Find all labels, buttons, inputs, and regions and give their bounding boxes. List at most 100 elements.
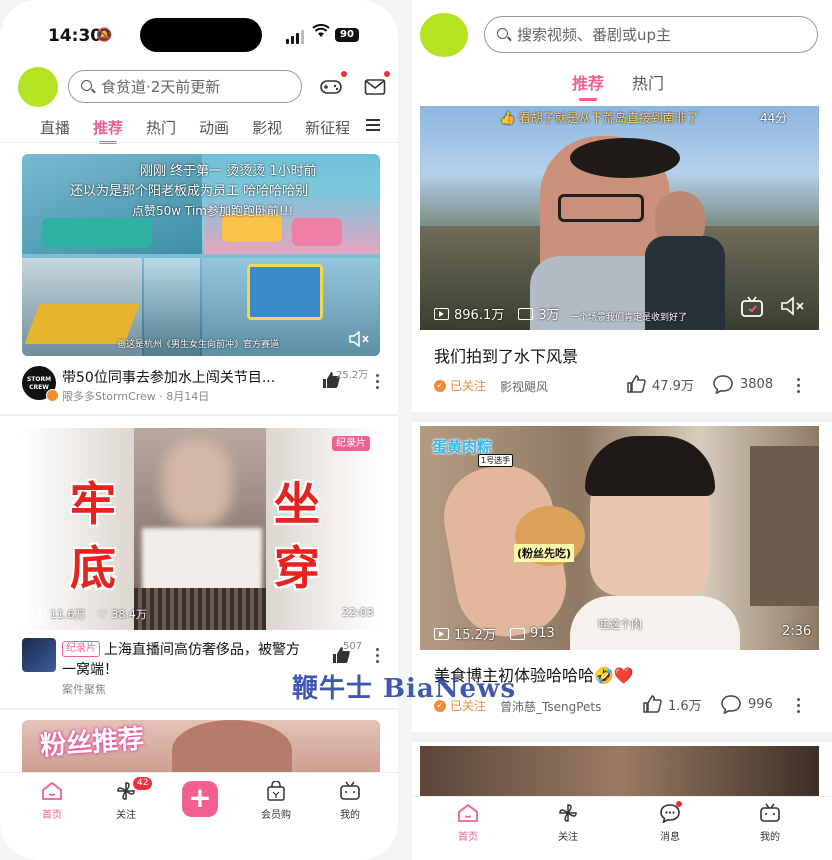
play-count-icon (32, 608, 46, 620)
channel-logo-text: STORM CREW (26, 376, 52, 391)
tab-new-journey[interactable]: 新征程 (305, 117, 349, 138)
search-input[interactable]: 食贫道·2天前更新 (68, 70, 302, 103)
tv-icon[interactable] (740, 296, 764, 318)
video-meta: 案件聚焦 (62, 683, 106, 696)
notification-dot (341, 71, 347, 77)
video-thumbnail[interactable]: 粉丝推荐 (22, 720, 380, 780)
comment-stat[interactable]: 3808 (712, 374, 773, 394)
nav-vip-shop[interactable]: 会员购 (256, 780, 296, 821)
menu-icon[interactable] (366, 119, 380, 131)
avatar[interactable] (18, 67, 58, 107)
right-phone: 搜索视频、番剧或up主 推荐 热门 👍 看胡子就是从下荒岛直接到南非了 44分 … (412, 0, 832, 860)
tv-icon (340, 781, 360, 800)
play-count: 15.2万 (454, 628, 496, 643)
category-tabs: 直播 推荐 热门 动画 影视 新征程 (40, 117, 349, 138)
tab-live[interactable]: 直播 (40, 117, 70, 138)
title-char: 底 (70, 541, 116, 595)
nav-vip-label: 会员购 (261, 810, 291, 821)
tab-hot[interactable]: 热门 (146, 117, 176, 138)
video-title[interactable]: 上海直播间高仿奢侈品，被警方一窝端！ (62, 640, 312, 680)
nav-home[interactable]: 首页 (454, 803, 482, 843)
comment-count: 996 (748, 696, 773, 712)
wifi-icon (312, 24, 330, 42)
bottom-caption: 哇这个肉 (598, 618, 642, 631)
nav-home-label: 首页 (42, 810, 62, 821)
like-stat[interactable]: 1.6万 (642, 694, 702, 714)
danmaku-total: 3万 (538, 308, 560, 323)
danmaku-icon (509, 627, 525, 640)
video-duration: 2:36 (782, 624, 812, 639)
nav-mine-label: 我的 (340, 810, 360, 821)
nav-mine[interactable]: 我的 (336, 781, 364, 821)
more-icon[interactable] (376, 374, 380, 390)
title-char: 牢 (70, 477, 116, 531)
video-thumbnail[interactable]: 👍 看胡子就是从下荒岛直接到南非了 44分 896.1万 3万 一个场景我们肯定… (420, 106, 819, 330)
nav-home-label: 首页 (458, 832, 478, 843)
nav-follow-label: 关注 (116, 810, 136, 821)
author-name[interactable]: 影视飓风 (500, 378, 548, 395)
more-icon[interactable] (797, 698, 801, 714)
notification-dot (384, 71, 390, 77)
nav-mine-label: 我的 (760, 832, 780, 843)
video-thumbnail[interactable]: 蛋黄肉粽 1号选手 (粉丝先吃) 哇这个肉 15.2万 913 2:36 (420, 426, 819, 650)
comment-stat[interactable]: 996 (720, 694, 773, 714)
mute-icon[interactable] (348, 330, 370, 348)
video-duration: 22:03 (342, 606, 374, 619)
mail-icon[interactable] (364, 78, 386, 96)
mute-icon[interactable] (780, 296, 806, 316)
more-icon[interactable] (376, 648, 380, 664)
like-count: 47.9万 (652, 378, 694, 394)
nav-mine[interactable]: 我的 (756, 803, 784, 843)
video-thumbnail[interactable] (420, 746, 819, 796)
search-input[interactable]: 搜索视频、番剧或up主 (484, 16, 818, 53)
overlay-fan-recommend: 粉丝推荐 (39, 724, 146, 762)
danmaku-total: 913 (529, 626, 555, 641)
play-stats: 896.1万 3万 (434, 304, 560, 323)
publish-button[interactable]: + (182, 781, 218, 817)
heart-count: 38.4万 (111, 608, 147, 621)
tab-anime[interactable]: 动画 (199, 117, 229, 138)
category-badge: 纪录片 (332, 436, 370, 451)
like-stat[interactable]: 47.9万 (626, 374, 694, 394)
signal-icon (286, 30, 306, 44)
check-icon: ✓ (434, 379, 446, 392)
overlay-line-3: 点赞50w Tim参加跑跑卧前!!! (132, 204, 294, 218)
more-icon[interactable] (797, 378, 801, 394)
notification-dot (676, 801, 682, 807)
nav-follow[interactable]: 关注 (554, 803, 582, 843)
video-title[interactable]: 带50位同事去参加水上闯关节目... (62, 367, 275, 387)
tab-film[interactable]: 影视 (252, 117, 282, 138)
channel-avatar[interactable] (22, 638, 56, 672)
video-thumbnail[interactable]: 纪录片 牢 底 坐 穿 11.6万 ♡ 38.4万 22:03 (22, 428, 380, 630)
left-phone: 14:30 🔕 90 食贫道·2天前更新 直播 推荐 热门 动画 影视 新征程 (0, 0, 398, 860)
pinwheel-icon (559, 804, 577, 822)
overlay-line-2: 还以为是那个阳老板成为员工 哈哈哈哈别 (70, 184, 309, 199)
nav-messages-label: 消息 (660, 832, 680, 843)
tab-hot[interactable]: 热门 (632, 70, 664, 94)
followed-status[interactable]: ✓ 已关注 (434, 377, 486, 394)
comment-icon (721, 695, 741, 714)
tab-recommend[interactable]: 推荐 (572, 70, 604, 94)
nav-home[interactable]: 首页 (38, 781, 66, 821)
search-placeholder: 食贫道·2天前更新 (101, 78, 221, 96)
gamepad-icon[interactable] (320, 78, 342, 96)
title-char: 坐 (274, 477, 320, 531)
battery-indicator: 90 (335, 28, 359, 42)
video-meta: 限多多StormCrew · 8月14日 (62, 390, 210, 403)
dynamic-island (140, 18, 262, 52)
danmaku-top: 👍 看胡子就是从下荒岛直接到南非了 (500, 111, 699, 125)
verified-icon (46, 389, 59, 402)
video-thumbnail[interactable]: 刚刚 终于第一 烫烫烫 1小时前 还以为是那个阳老板成为员工 哈哈哈哈别 点赞5… (22, 154, 380, 356)
comment-icon (713, 375, 733, 394)
video-title[interactable]: 我们拍到了水下风景 (434, 343, 578, 367)
nav-messages[interactable]: 消息 (656, 803, 684, 843)
play-count: 896.1万 (454, 308, 505, 323)
followed-label: 已关注 (450, 379, 487, 393)
avatar[interactable] (420, 13, 468, 57)
play-stats: 11.6万 ♡ 38.4万 (32, 606, 147, 622)
play-stats: 15.2万 913 (434, 624, 555, 643)
like-count: 25.2万 (336, 370, 369, 381)
follow-badge: 42 (133, 777, 153, 790)
tab-recommend[interactable]: 推荐 (93, 117, 123, 138)
danmaku-icon (518, 307, 534, 320)
